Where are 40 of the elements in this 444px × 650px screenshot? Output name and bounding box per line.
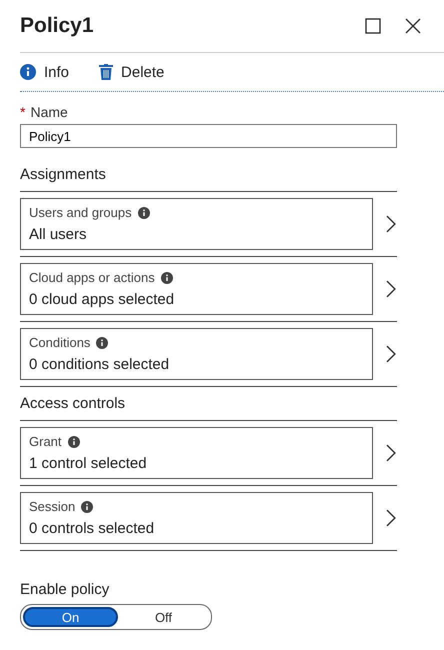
card-value: 0 controls selected <box>29 520 156 537</box>
required-mark: * <box>20 104 26 120</box>
toggle-option[interactable]: Off <box>118 607 209 627</box>
setting-card[interactable]: Users and groups All users <box>20 198 374 250</box>
setting-card[interactable]: Session 0 controls selected <box>20 492 374 544</box>
info-icon <box>20 64 36 80</box>
chevron-right-icon[interactable] <box>385 214 397 234</box>
card-value: All users <box>29 226 88 243</box>
card-value: 0 cloud apps selected <box>29 291 176 308</box>
setting-card[interactable]: Conditions 0 conditions selected <box>20 328 374 380</box>
card-value: 0 conditions selected <box>29 356 170 373</box>
setting-card[interactable]: Grant 1 control selected <box>20 427 374 479</box>
section-title: Assignments <box>20 158 397 192</box>
chevron-right-icon[interactable] <box>385 508 397 528</box>
info-button[interactable]: Info <box>20 64 70 80</box>
chevron-right-icon[interactable] <box>385 279 397 299</box>
delete-button[interactable]: Delete <box>99 64 164 80</box>
info-icon <box>160 272 173 284</box>
section-title: Access controls <box>20 387 397 421</box>
toggle-option[interactable]: On <box>23 607 118 627</box>
card-label: Conditions <box>29 335 90 350</box>
info-icon <box>81 500 94 512</box>
field-label: Name <box>30 104 68 120</box>
close-icon[interactable] <box>404 17 422 35</box>
card-value: 1 control selected <box>29 455 148 472</box>
info-icon <box>68 436 80 448</box>
maximize-icon[interactable] <box>364 17 382 35</box>
setting-card[interactable]: Cloud apps or actions 0 cloud apps selected <box>20 263 374 315</box>
info-icon <box>96 336 108 348</box>
card-label: Users and groups <box>29 205 132 220</box>
card-label: Cloud apps or actions <box>29 270 155 285</box>
chevron-right-icon[interactable] <box>385 344 397 364</box>
name-input[interactable]: Policy1 <box>20 124 397 148</box>
card-label: Session <box>29 499 76 514</box>
info-icon <box>138 206 150 218</box>
card-label: Grant <box>29 434 62 449</box>
chevron-right-icon[interactable] <box>385 443 397 463</box>
trash-icon <box>99 64 114 80</box>
window-title: Policy1 <box>20 14 94 38</box>
toggle-label: Enable policy <box>20 581 110 598</box>
